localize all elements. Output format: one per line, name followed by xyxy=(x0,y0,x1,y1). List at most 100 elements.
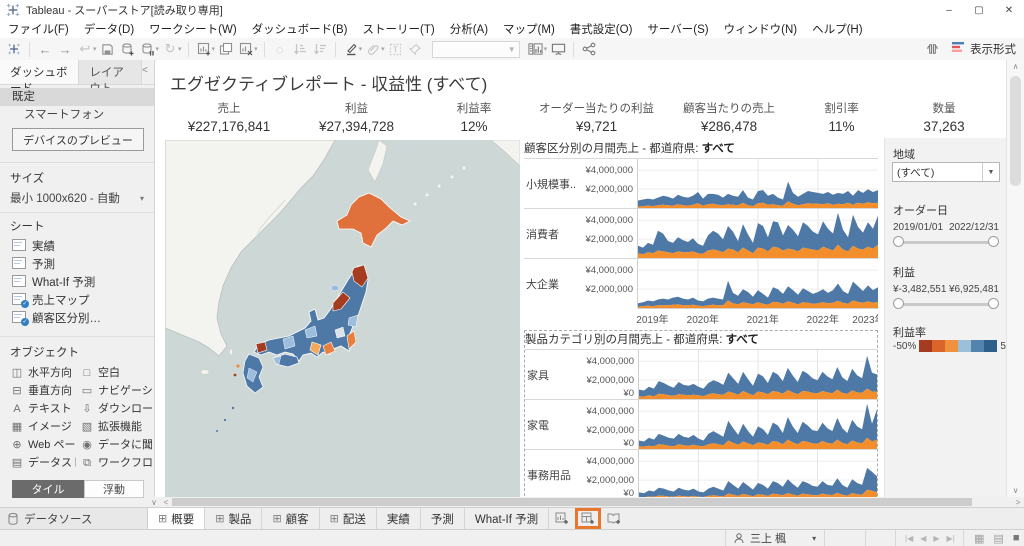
vertical-scrollbar[interactable]: ∧ ∨ xyxy=(1006,60,1024,497)
tab-products[interactable]: ⊞製品 xyxy=(205,508,262,529)
fit-caret-icon[interactable]: ▾ xyxy=(544,45,548,53)
menu-file[interactable]: ファイル(F) xyxy=(8,21,69,37)
last-point-icon[interactable]: ▶| xyxy=(947,534,955,543)
tab-dashboard[interactable]: ダッシュボード xyxy=(0,60,79,84)
duplicate-icon[interactable] xyxy=(216,39,236,59)
tab-shipping[interactable]: ⊞配送 xyxy=(320,508,377,529)
object-navigation[interactable]: ▭ナビゲーショ… xyxy=(80,382,152,400)
chart-row[interactable]: 消費者¥4,000,000¥2,000,000 xyxy=(524,208,878,258)
region-dropdown[interactable]: (すべて) ▼ xyxy=(892,162,1000,182)
floating-button[interactable]: 浮動 xyxy=(84,480,144,498)
sheet-item-yosoku[interactable]: 予測 xyxy=(0,256,154,274)
tab-whatif-forecast[interactable]: What-If 予測 xyxy=(465,508,549,529)
show-me-icon[interactable] xyxy=(952,40,965,58)
profit-slider-max-handle[interactable] xyxy=(988,298,999,309)
sheet-item-salesmap[interactable]: ✓売上マップ xyxy=(0,292,154,310)
user-menu[interactable]: 三上 楓 ▾ xyxy=(725,530,825,546)
paperclip-caret-icon[interactable]: ▾ xyxy=(381,45,385,53)
scroll-right-icon[interactable]: > xyxy=(1012,498,1024,507)
object-webpage[interactable]: ⊕Web ページ xyxy=(10,436,76,454)
object-image[interactable]: ▦イメージ xyxy=(10,418,76,436)
tab-overview[interactable]: ⊞概要 xyxy=(148,508,205,529)
object-horizontal[interactable]: ◫水平方向 xyxy=(10,364,76,382)
menu-map[interactable]: マップ(M) xyxy=(503,21,555,37)
highlight-pen-icon[interactable] xyxy=(341,39,361,59)
scroll-left-icon[interactable]: < xyxy=(160,498,172,507)
object-ask-data[interactable]: ◉データに聞く xyxy=(80,436,152,454)
object-workflow[interactable]: ⧉ワークフロー xyxy=(80,454,152,472)
chart-row[interactable]: 事務用品¥4,000,000¥2,000,000¥0 xyxy=(525,449,877,497)
tab-actuals[interactable]: 実績 xyxy=(377,508,421,529)
forward-icon[interactable]: → xyxy=(55,39,75,59)
profit-slider-min-handle[interactable] xyxy=(893,298,904,309)
area-plot[interactable] xyxy=(638,259,878,308)
menu-help[interactable]: ヘルプ(H) xyxy=(812,21,862,37)
object-data-story[interactable]: ▤データスト… xyxy=(10,454,76,472)
new-worksheet-icon[interactable] xyxy=(194,39,214,59)
data-source-tab[interactable]: データソース xyxy=(0,508,148,529)
region-caret-icon[interactable]: ▼ xyxy=(982,163,999,181)
menu-format[interactable]: 書式設定(O) xyxy=(570,21,633,37)
refresh-caret-icon[interactable]: ▾ xyxy=(178,45,182,53)
new-worksheet-caret-icon[interactable]: ▾ xyxy=(212,45,216,53)
menu-data[interactable]: データ(D) xyxy=(84,21,134,37)
prev-point-icon[interactable]: ◀ xyxy=(920,534,926,543)
profit-slider[interactable] xyxy=(893,298,999,310)
object-vertical[interactable]: ⊟垂直方向 xyxy=(10,382,76,400)
pause-updates-icon[interactable] xyxy=(138,39,158,59)
fit-axes-icon[interactable] xyxy=(526,39,546,59)
maximize-button[interactable]: ▢ xyxy=(964,0,994,20)
size-dropdown[interactable]: 最小 1000x620 - 自動 ▾ xyxy=(0,190,154,208)
list-view-icon[interactable]: ▤ xyxy=(993,532,1003,545)
grid-view-icon[interactable]: ▦ xyxy=(974,532,984,545)
segment-sales-chart[interactable]: 顧客区分別の月間売上 - 都道府県: すべて 小規模事..¥4,000,000¥… xyxy=(524,140,878,326)
undo-caret-icon[interactable]: ▾ xyxy=(93,45,97,53)
tableau-home-icon[interactable] xyxy=(4,39,24,59)
collapse-pane-icon[interactable]: < xyxy=(142,60,154,84)
next-point-icon[interactable]: ▶ xyxy=(933,534,939,543)
object-blank[interactable]: □空白 xyxy=(80,364,152,382)
sheet-item-whatif[interactable]: What-If 予測 xyxy=(0,274,154,292)
sheet-item-jisseki[interactable]: 実績 xyxy=(0,238,154,256)
new-dashboard-tab-button[interactable] xyxy=(575,508,601,529)
sort-descending-icon[interactable] xyxy=(310,39,330,59)
category-sales-chart[interactable]: 製品カテゴリ別の月間売上 - 都道府県: すべて 家具¥4,000,000¥2,… xyxy=(524,330,878,497)
area-plot[interactable] xyxy=(638,209,878,258)
pane-scroll-down-icon[interactable]: ∨ xyxy=(148,498,160,507)
pin-icon[interactable] xyxy=(406,39,426,59)
text-label-icon[interactable]: T xyxy=(386,39,406,59)
chart-row[interactable]: 小規模事..¥4,000,000¥2,000,000 xyxy=(524,158,878,208)
menu-dashboard[interactable]: ダッシュボード(B) xyxy=(252,21,348,37)
menu-server[interactable]: サーバー(S) xyxy=(647,21,708,37)
area-plot[interactable] xyxy=(639,450,877,497)
chart-row[interactable]: 家具¥4,000,000¥2,000,000¥0 xyxy=(525,349,877,399)
single-view-icon[interactable]: ■ xyxy=(1013,532,1020,544)
save-icon[interactable] xyxy=(98,39,118,59)
new-datasource-icon[interactable] xyxy=(118,39,138,59)
tab-customers[interactable]: ⊞顧客 xyxy=(262,508,319,529)
minimize-button[interactable]: – xyxy=(934,0,964,20)
menu-worksheet[interactable]: ワークシート(W) xyxy=(149,21,237,37)
order-date-slider[interactable] xyxy=(893,236,999,248)
undo-icon[interactable]: ↩ xyxy=(75,39,95,59)
device-default[interactable]: 既定 xyxy=(0,88,154,106)
tab-forecast[interactable]: 予測 xyxy=(421,508,465,529)
order-date-slider-max-handle[interactable] xyxy=(988,236,999,247)
first-point-icon[interactable]: |◀ xyxy=(905,534,913,543)
sheet-item-segment[interactable]: ✓顧客区分別… xyxy=(0,310,154,328)
presentation-icon[interactable] xyxy=(548,39,568,59)
horizontal-scroll-thumb[interactable] xyxy=(172,498,972,506)
chart-row[interactable]: 家電¥4,000,000¥2,000,000¥0 xyxy=(525,399,877,449)
chart-row[interactable]: 大企業¥4,000,000¥2,000,000 xyxy=(524,258,878,308)
close-button[interactable]: ✕ xyxy=(994,0,1024,20)
area-plot[interactable] xyxy=(638,159,878,208)
menu-analysis[interactable]: 分析(A) xyxy=(450,21,488,37)
highlight-caret-icon[interactable]: ▾ xyxy=(359,45,363,53)
refresh-icon[interactable]: ↻ xyxy=(160,39,180,59)
show-me-label[interactable]: 表示形式 xyxy=(970,41,1016,57)
device-preview-button[interactable]: デバイスのプレビュー xyxy=(12,128,144,151)
clear-sheet-icon[interactable] xyxy=(236,39,256,59)
new-story-tab-button[interactable] xyxy=(601,508,627,529)
fit-selector[interactable]: ▼ xyxy=(432,41,520,58)
group-members-icon[interactable]: ◌ xyxy=(270,39,290,59)
